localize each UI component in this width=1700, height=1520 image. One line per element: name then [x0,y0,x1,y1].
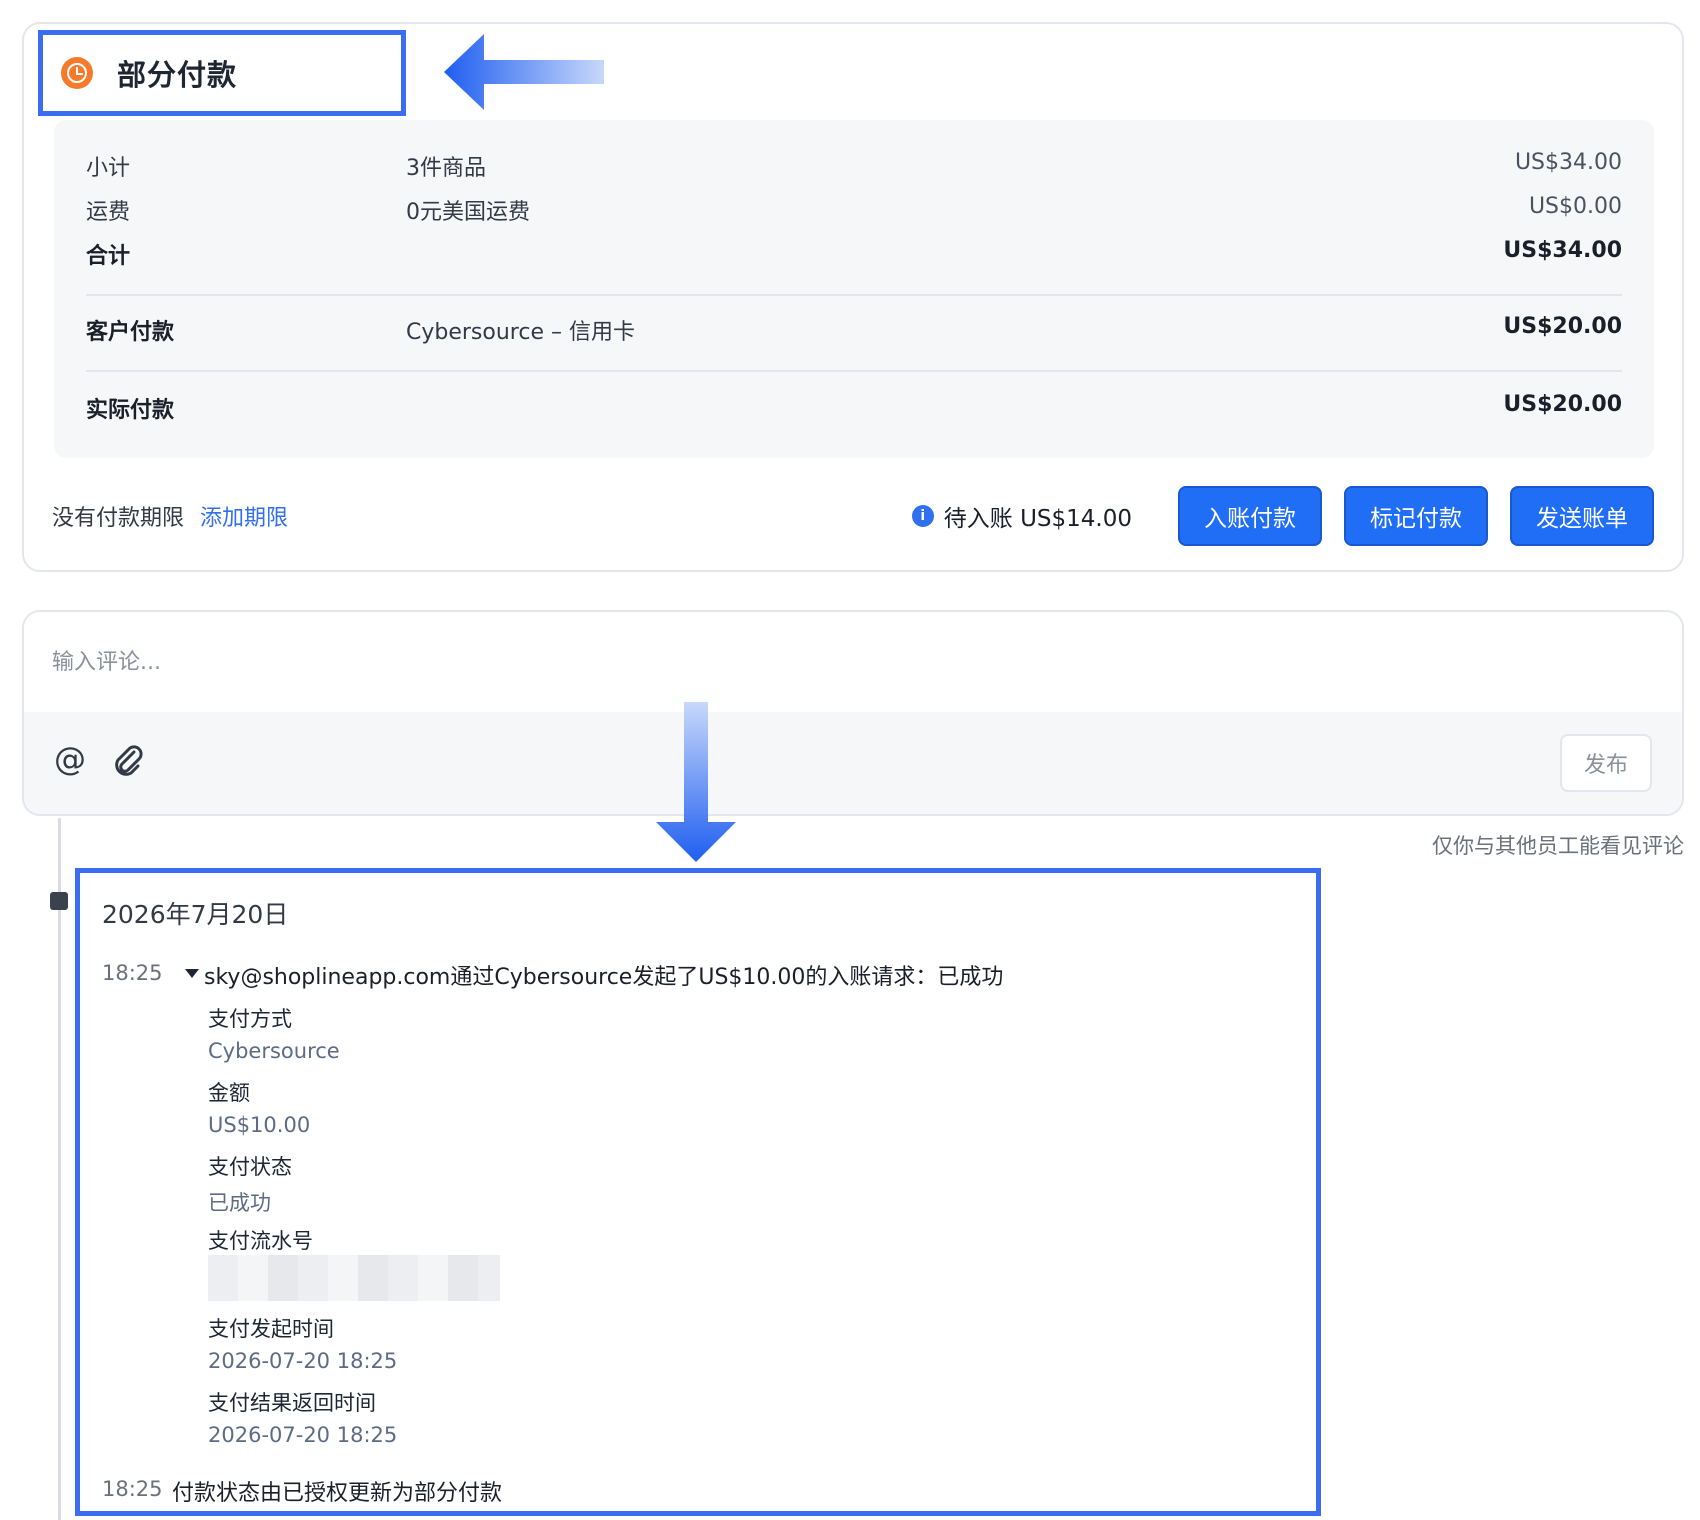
add-due-date-link[interactable]: 添加期限 [200,500,288,532]
summary-row-total: 合计 US$34.00 [86,238,1622,269]
detail-label: 支付流水号 [208,1229,313,1253]
send-invoice-button[interactable]: 发送账单 [1510,486,1654,546]
comment-visibility-note: 仅你与其他员工能看见评论 [1432,834,1684,858]
payment-footer: 没有付款期限 添加期限 i 待入账 US$14.00 入账付款 标记付款 发送账… [52,486,1654,546]
timeline-line [58,818,61,1520]
capture-payment-button[interactable]: 入账付款 [1178,486,1322,546]
pending-capture-amount: 待入账 US$14.00 [943,506,1132,532]
paperclip-icon[interactable] [112,744,144,780]
comment-input[interactable] [24,612,1682,712]
collapse-caret-icon[interactable] [185,969,199,978]
timeline-dot [50,892,68,910]
at-icon[interactable]: @ [54,740,86,778]
detail-value: 2026-07-20 18:25 [208,1423,398,1447]
event-text: 付款状态由已授权更新为部分付款 [172,1481,503,1506]
detail-value: 已成功 [208,1191,271,1215]
no-due-date-text: 没有付款期限 [52,506,185,531]
summary-row-shipping: 运费 0元美国运费 US$0.00 [86,194,1622,225]
highlight-arrow-left-icon [444,34,604,110]
highlight-arrow-down-icon [656,702,736,862]
event-text: sky@shoplineapp.com通过Cybersource发起了US$10… [204,965,1004,990]
payment-status-header: 部分付款 [38,30,406,116]
summary-row-subtotal: 小计 3件商品 US$34.00 [86,150,1622,181]
redacted-transaction-id [208,1255,500,1301]
detail-label: 支付结果返回时间 [208,1391,376,1415]
detail-label: 支付发起时间 [208,1317,334,1341]
detail-label: 支付状态 [208,1155,292,1179]
payment-card: 部分付款 小计 3件商品 US$34.00 运费 0元美国运费 US$0.00 … [22,22,1684,572]
event-time: 18:25 [102,961,163,985]
comment-toolbar: @ 发布 [24,712,1682,814]
detail-label: 支付方式 [208,1007,292,1031]
event-time: 18:25 [102,1477,163,1501]
info-icon: i [911,505,934,527]
payment-status-title: 部分付款 [117,58,238,92]
detail-value: US$10.00 [208,1113,311,1137]
payment-summary: 小计 3件商品 US$34.00 运费 0元美国运费 US$0.00 合计 US… [54,120,1654,458]
summary-row-customer-paid: 客户付款 Cybersource – 信用卡 US$20.00 [86,314,1622,345]
mark-payment-button[interactable]: 标记付款 [1344,486,1488,546]
comment-box: @ 发布 [22,610,1684,816]
detail-value: 2026-07-20 18:25 [208,1349,398,1373]
timeline-section: 2026年7月20日 18:25 sky@shoplineapp.com通过Cy… [75,868,1321,1516]
timeline-date: 2026年7月20日 [102,900,289,929]
clock-icon [61,57,93,89]
summary-divider [86,370,1622,372]
summary-row-actual-paid: 实际付款 US$20.00 [86,392,1622,423]
detail-value: Cybersource [208,1039,340,1063]
summary-divider [86,294,1622,296]
publish-button[interactable]: 发布 [1560,734,1652,792]
detail-label: 金额 [208,1081,250,1105]
